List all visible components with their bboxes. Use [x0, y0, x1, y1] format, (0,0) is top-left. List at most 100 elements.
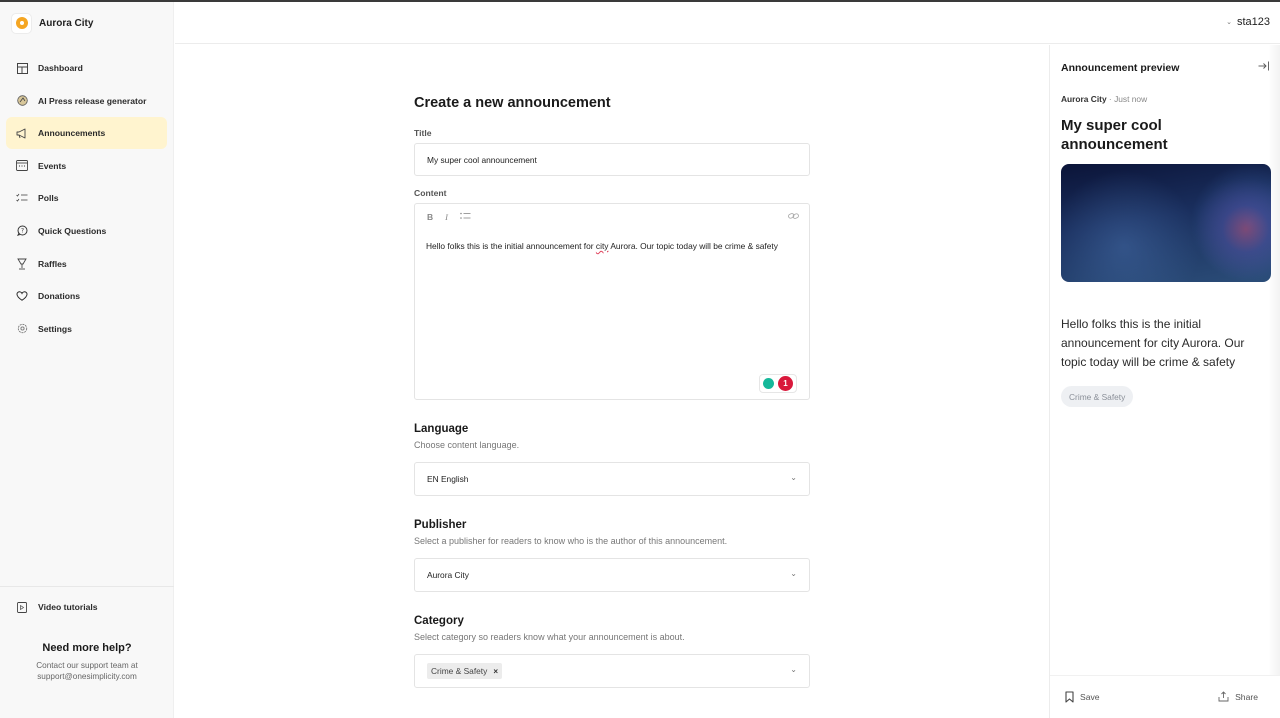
preview-body: Hello folks this is the initial announce… [1061, 317, 1245, 369]
megaphone-icon [16, 127, 28, 139]
save-button[interactable]: Save [1065, 691, 1100, 703]
grammar-issue-count: 1 [778, 376, 793, 391]
page-title: Create a new announcement [414, 95, 611, 111]
question-bubble-icon: ? [16, 225, 28, 237]
italic-button[interactable]: I [445, 212, 448, 222]
content-text[interactable]: Hello folks this is the initial announce… [415, 230, 809, 253]
bullet-list-icon [460, 212, 471, 219]
username: sta123 [1236, 16, 1270, 28]
bold-button[interactable]: B [427, 212, 433, 222]
content-label: Content [414, 188, 447, 198]
title-label: Title [414, 128, 432, 138]
sidebar-item-raffles[interactable]: Raffles [6, 248, 167, 280]
lightbulb-icon [763, 378, 774, 389]
sidebar-item-label: Events [38, 160, 67, 171]
category-title: Category [414, 615, 464, 627]
sidebar-item-label: Donations [38, 291, 81, 302]
sidebar-item-label: Quick Questions [38, 225, 107, 236]
preview-header: Announcement preview [1061, 62, 1180, 74]
sidebar-item-polls[interactable]: Polls [6, 182, 167, 214]
sidebar-item-quick-questions[interactable]: ? Quick Questions [6, 215, 167, 247]
category-chip-label: Crime & Safety [431, 666, 488, 676]
gear-icon [16, 323, 28, 335]
category-subtitle: Select category so readers know what you… [414, 632, 685, 642]
preview-panel: Announcement preview Aurora City · Just … [1049, 45, 1280, 718]
video-icon [16, 601, 28, 613]
heart-icon [16, 290, 28, 302]
brand[interactable]: Aurora City [0, 2, 173, 44]
preview-footer: Save Share [1050, 675, 1280, 718]
preview-separator: · [1106, 94, 1115, 104]
help-title: Need more help? [42, 642, 132, 654]
sidebar: Aurora City Dashboard AI Press release g… [0, 2, 174, 718]
save-label: Save [1080, 692, 1100, 702]
sidebar-item-label: Dashboard [38, 63, 83, 73]
preview-image [1061, 164, 1271, 282]
user-menu[interactable]: ⌄ sta123 [1226, 16, 1270, 28]
content-text-part: Aurora. Our topic today will be crime & … [608, 241, 778, 251]
sidebar-item-events[interactable]: Events [6, 150, 167, 182]
brand-name: Aurora City [39, 17, 94, 29]
language-select[interactable]: EN English ⌄ [414, 462, 810, 496]
chevron-down-icon: ⌄ [790, 473, 797, 482]
announcement-form: Create a new announcement Title My super… [414, 95, 810, 688]
ai-icon [16, 95, 28, 107]
top-header: ⌄ sta123 [175, 2, 1280, 44]
bullet-list-button[interactable] [460, 212, 471, 222]
preview-shadow [1268, 45, 1280, 675]
main-content: Create a new announcement Title My super… [175, 45, 1049, 718]
sidebar-item-video-tutorials[interactable]: Video tutorials [16, 601, 98, 613]
language-subtitle: Choose content language. [414, 440, 520, 450]
sidebar-nav: Dashboard AI Press release generator Ann… [0, 52, 173, 345]
checklist-icon [16, 192, 28, 204]
chevron-down-icon: ⌄ [790, 569, 797, 578]
sidebar-item-dashboard[interactable]: Dashboard [6, 52, 167, 84]
sidebar-item-announcements[interactable]: Announcements [6, 117, 167, 150]
link-button[interactable] [788, 212, 799, 222]
publisher-title: Publisher [414, 519, 467, 531]
language-value: EN English [427, 474, 469, 484]
preview-title: My super cool announcement [1061, 117, 1168, 153]
preview-meta: Aurora City · Just now [1061, 94, 1147, 104]
help-box: Need more help? Contact our support team… [0, 642, 174, 682]
support-email-link[interactable]: support@onesimplicity.com [0, 671, 174, 682]
language-title: Language [414, 423, 469, 435]
content-text-part: Hello folks this is the initial announce… [426, 241, 596, 251]
dashboard-icon [16, 62, 28, 74]
collapse-right-icon [1258, 61, 1269, 71]
sidebar-item-label: Announcements [38, 128, 106, 139]
grammar-checker-widget[interactable]: 1 [759, 374, 797, 393]
preview-category-chip: Crime & Safety [1061, 386, 1134, 407]
share-label: Share [1235, 691, 1258, 702]
publisher-subtitle: Select a publisher for readers to know w… [414, 536, 728, 546]
sidebar-item-label: Raffles [38, 258, 67, 269]
brand-logo-icon [11, 12, 32, 34]
title-input[interactable]: My super cool announcement [414, 143, 810, 176]
sidebar-item-label: Settings [38, 323, 72, 334]
sidebar-item-donations[interactable]: Donations [6, 280, 167, 312]
sidebar-item-settings[interactable]: Settings [6, 313, 167, 345]
video-tutorials-label: Video tutorials [38, 602, 98, 612]
collapse-panel-button[interactable] [1258, 61, 1270, 74]
bookmark-icon [1065, 691, 1074, 703]
editor-toolbar: B I [415, 204, 809, 230]
sidebar-divider [0, 586, 174, 587]
content-editor[interactable]: B I Hello folks this is the initial anno… [414, 203, 810, 400]
publisher-select[interactable]: Aurora City ⌄ [414, 558, 810, 592]
help-text: Contact our support team at support@ones… [0, 660, 174, 682]
sidebar-item-label: Polls [38, 193, 59, 204]
misspelled-word[interactable]: city [596, 241, 609, 251]
share-icon [1218, 691, 1229, 702]
calendar-icon [16, 160, 28, 172]
remove-chip-icon[interactable]: × [493, 667, 498, 676]
category-chip: Crime & Safety × [427, 663, 502, 679]
category-select[interactable]: Crime & Safety × ⌄ [414, 654, 810, 688]
help-text-line: Contact our support team at [36, 661, 138, 670]
link-icon [788, 213, 799, 219]
share-button[interactable]: Share [1218, 691, 1258, 702]
preview-time: Just now [1114, 94, 1148, 104]
publisher-value: Aurora City [427, 570, 469, 580]
sidebar-item-ai-press-release[interactable]: AI Press release generator [6, 85, 167, 117]
sidebar-item-label: AI Press release generator [38, 95, 147, 106]
trophy-icon [16, 258, 28, 270]
